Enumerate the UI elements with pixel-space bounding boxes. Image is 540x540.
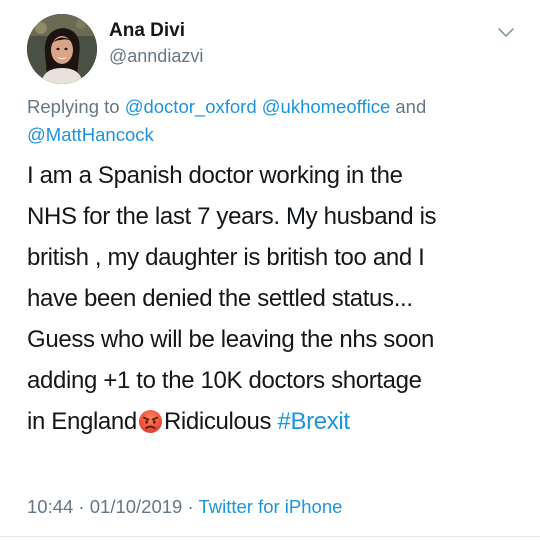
- tweet-text-line: have been denied the settled status...: [27, 285, 413, 312]
- tweet-text-segment: in England: [27, 408, 137, 435]
- author-display-name[interactable]: Ana Divi: [109, 20, 185, 42]
- mention-link[interactable]: @MattHancock: [27, 124, 154, 145]
- tweet-text-line: in England Ridiculous #Brexit: [27, 401, 527, 442]
- tweet-time[interactable]: 10:44: [27, 496, 73, 517]
- separator-dot: ·: [182, 496, 199, 517]
- mention-link[interactable]: @doctor_oxford: [125, 96, 257, 117]
- chevron-down-icon[interactable]: [497, 27, 515, 39]
- tweet-text-segment: Ridiculous: [163, 408, 278, 435]
- tweet-metadata: 10:44 · 01/10/2019 · Twitter for iPhone: [27, 496, 342, 518]
- replying-to: Replying to @doctor_oxford @ukhomeoffice…: [27, 93, 517, 149]
- replying-to-label: Replying to: [27, 96, 125, 117]
- profile-photo-icon: [27, 14, 97, 84]
- mention-link[interactable]: @ukhomeoffice: [262, 96, 390, 117]
- tweet-text-line: I am a Spanish doctor working in the: [27, 162, 403, 189]
- separator-dot: ·: [73, 496, 90, 517]
- tweet-text-line: NHS for the last 7 years. My husband is: [27, 203, 437, 230]
- tweet-text-line: british , my daughter is british too and…: [27, 244, 425, 271]
- separator-and: and: [390, 96, 427, 117]
- tweet-text-line: Guess who will be leaving the nhs soon: [27, 326, 434, 353]
- tweet-text-line: adding +1 to the 10K doctors shortage: [27, 367, 422, 394]
- author-handle[interactable]: @anndiazvi: [109, 46, 203, 67]
- divider: [0, 536, 540, 537]
- angry-face-emoji-icon: [138, 409, 162, 434]
- tweet-text: I am a Spanish doctor working in the NHS…: [27, 155, 527, 442]
- avatar[interactable]: [27, 14, 97, 84]
- tweet-source-link[interactable]: Twitter for iPhone: [198, 496, 342, 517]
- tweet-date[interactable]: 01/10/2019: [90, 496, 183, 517]
- hashtag-link[interactable]: #Brexit: [277, 408, 350, 435]
